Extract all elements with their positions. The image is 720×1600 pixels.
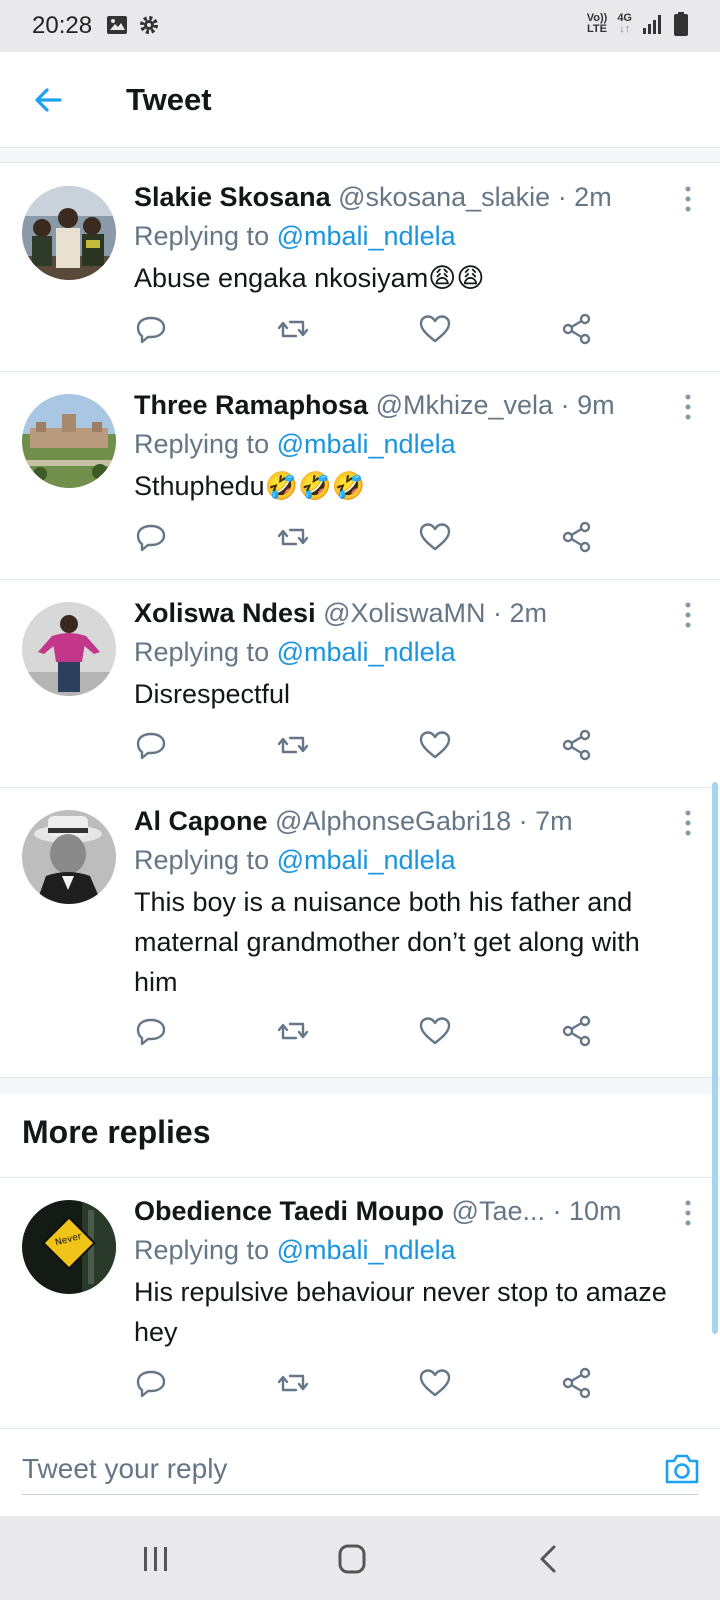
tweet-item[interactable]: Three Ramaphosa @Mkhize_vela · 9m Replyi…	[0, 372, 720, 580]
more-replies-title: More replies	[22, 1114, 211, 1150]
more-options-icon[interactable]	[684, 602, 692, 628]
reply-icon[interactable]	[134, 1366, 168, 1400]
mention-link[interactable]: @mbali_ndlela	[277, 1235, 456, 1265]
like-icon[interactable]	[418, 1366, 452, 1400]
more-replies-section-header: More replies	[0, 1094, 720, 1178]
scrollbar[interactable]	[712, 782, 718, 1334]
reply-icon[interactable]	[134, 1014, 168, 1048]
tweet-time: · 9m	[560, 390, 615, 420]
avatar[interactable]	[22, 810, 116, 904]
tweet-time: · 2m	[557, 182, 612, 212]
tweet-actions	[134, 520, 604, 556]
avatar[interactable]: Never	[22, 1200, 116, 1294]
author-handle[interactable]: @Mkhize_vela	[376, 390, 553, 420]
tweet-time: · 2m	[493, 598, 548, 628]
recent-apps-icon[interactable]	[138, 1542, 174, 1576]
reply-icon[interactable]	[134, 728, 168, 762]
tweet-item[interactable]: Al Capone @AlphonseGabri18 · 7m Replying…	[0, 788, 720, 1078]
share-icon[interactable]	[560, 312, 594, 346]
tweet-item[interactable]: Xoliswa Ndesi @XoliswaMN · 2m Replying t…	[0, 580, 720, 788]
replying-to: Replying to @mbali_ndlela	[134, 637, 456, 667]
share-icon[interactable]	[560, 728, 594, 762]
author-handle[interactable]: @XoliswaMN	[323, 598, 485, 628]
retweet-icon[interactable]	[276, 1014, 310, 1048]
tweet-time: · 10m	[552, 1196, 622, 1226]
back-nav-icon[interactable]	[532, 1542, 568, 1576]
reply-composer	[0, 1428, 720, 1516]
retweet-icon[interactable]	[276, 520, 310, 554]
avatar[interactable]	[22, 602, 116, 696]
like-icon[interactable]	[418, 728, 452, 762]
more-options-icon[interactable]	[684, 810, 692, 836]
like-icon[interactable]	[418, 520, 452, 554]
volte-indicator: Vo)) LTE	[586, 12, 608, 35]
status-time: 20:28	[32, 12, 93, 39]
tweet-item[interactable]: Slakie Skosana @skosana_slakie · 2m Repl…	[0, 164, 720, 372]
replying-to: Replying to @mbali_ndlela	[134, 221, 456, 251]
battery-icon	[674, 12, 688, 36]
page-title: Tweet	[126, 82, 212, 117]
divider-strip	[0, 149, 720, 163]
network-indicator: 4G ↓↑	[617, 12, 632, 35]
author-handle[interactable]: @skosana_slakie	[338, 182, 550, 212]
tweet-actions	[134, 1366, 604, 1402]
author-handle[interactable]: @AlphonseGabri18	[275, 806, 511, 836]
retweet-icon[interactable]	[276, 1366, 310, 1400]
settings-notification-icon	[140, 16, 158, 34]
section-divider	[0, 1078, 720, 1094]
more-options-icon[interactable]	[684, 394, 692, 420]
tweet-text: Sthuphedu🤣🤣🤣	[134, 471, 366, 501]
home-icon[interactable]	[334, 1542, 370, 1576]
share-icon[interactable]	[560, 520, 594, 554]
author-name[interactable]: Obedience Taedi Moupo	[134, 1196, 444, 1226]
like-icon[interactable]	[418, 312, 452, 346]
share-icon[interactable]	[560, 1366, 594, 1400]
mention-link[interactable]: @mbali_ndlela	[277, 637, 456, 667]
mention-link[interactable]: @mbali_ndlela	[277, 429, 456, 459]
like-icon[interactable]	[418, 1014, 452, 1048]
author-name[interactable]: Three Ramaphosa	[134, 390, 368, 420]
tweet-actions	[134, 312, 604, 348]
replying-to: Replying to @mbali_ndlela	[134, 845, 456, 875]
tweet-time: · 7m	[518, 806, 573, 836]
tweet-actions	[134, 1014, 604, 1050]
more-options-icon[interactable]	[684, 186, 692, 212]
tweet-text: Disrespectful	[134, 679, 291, 709]
retweet-icon[interactable]	[276, 312, 310, 346]
avatar[interactable]	[22, 186, 116, 280]
status-bar: 20:28 Vo)) LTE 4G ↓↑	[0, 0, 720, 52]
reply-input[interactable]	[22, 1443, 698, 1495]
gallery-notification-icon	[107, 16, 127, 34]
system-nav-bar	[0, 1516, 720, 1600]
author-handle[interactable]: @Tae...	[452, 1196, 545, 1226]
replying-to: Replying to @mbali_ndlela	[134, 1235, 456, 1265]
tweet-text: Abuse engaka nkosiyam😩😩	[134, 263, 485, 293]
more-options-icon[interactable]	[684, 1200, 692, 1226]
mention-link[interactable]: @mbali_ndlela	[277, 845, 456, 875]
author-name[interactable]: Al Capone	[134, 806, 268, 836]
replying-to: Replying to @mbali_ndlela	[134, 429, 456, 459]
reply-icon[interactable]	[134, 312, 168, 346]
tweet-item[interactable]: Never Obedience Taedi Moupo @Tae... · 10…	[0, 1178, 720, 1428]
camera-icon[interactable]	[662, 1449, 702, 1489]
share-icon[interactable]	[560, 1014, 594, 1048]
reply-icon[interactable]	[134, 520, 168, 554]
author-name[interactable]: Slakie Skosana	[134, 182, 331, 212]
tweet-text: This boy is a nuisance both his father a…	[134, 887, 640, 997]
tweet-actions	[134, 728, 604, 764]
retweet-icon[interactable]	[276, 728, 310, 762]
tweet-text: His repulsive behaviour never stop to am…	[134, 1277, 667, 1347]
back-arrow-icon[interactable]	[30, 82, 66, 118]
avatar[interactable]	[22, 394, 116, 488]
app-bar: Tweet	[0, 52, 720, 148]
signal-icon	[643, 15, 661, 34]
author-name[interactable]: Xoliswa Ndesi	[134, 598, 316, 628]
mention-link[interactable]: @mbali_ndlela	[277, 221, 456, 251]
